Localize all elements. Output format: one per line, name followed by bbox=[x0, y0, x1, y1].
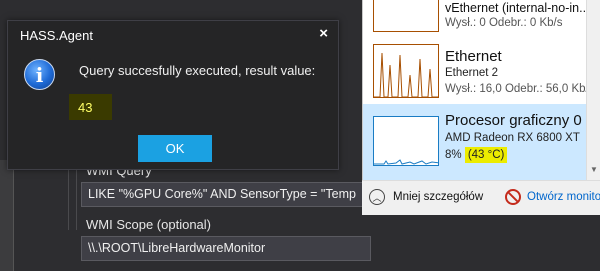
dialog-title: HASS.Agent bbox=[20, 28, 93, 43]
perf-item-gpu[interactable]: Procesor graficzny 0 AMD Radeon RX 6800 … bbox=[363, 104, 600, 180]
fewer-details-label: Mniej szczegółów bbox=[393, 191, 484, 203]
perf-item-stat: Wysł.: 16,0 Odebr.: 56,0 Kb/ bbox=[445, 83, 589, 95]
ethernet-activity-graph bbox=[374, 52, 438, 97]
gpu-usage-value: 8% bbox=[445, 149, 462, 161]
gpu-usage-line: 8% (43 °C) bbox=[445, 147, 508, 163]
side-panel bbox=[0, 160, 14, 271]
wmi-query-input[interactable]: LIKE "%GPU Core%" AND SensorType = "Temp bbox=[81, 182, 371, 207]
wmi-scope-input[interactable]: \\.\ROOT\LibreHardwareMonitor bbox=[81, 236, 371, 261]
result-dialog: HASS.Agent × i Query succesfully execute… bbox=[7, 20, 339, 170]
scroll-down-icon[interactable]: ▼ bbox=[590, 165, 598, 174]
fewer-details-button[interactable]: ︿ Mniej szczegółów bbox=[369, 189, 483, 205]
gpu-graph-thumbnail bbox=[373, 116, 439, 166]
gpu-activity-graph bbox=[374, 159, 438, 165]
network-graph-thumbnail bbox=[373, 0, 439, 32]
network-graph-thumbnail bbox=[373, 44, 439, 98]
task-manager-scrollbar[interactable]: ▼ bbox=[586, 0, 600, 180]
open-monitor-label: Otwórz monito bbox=[527, 191, 600, 203]
chevron-up-icon: ︿ bbox=[369, 189, 385, 205]
result-value: 43 bbox=[69, 94, 112, 120]
gpu-temperature-value: (43 °C) bbox=[464, 147, 508, 163]
perf-item-stat: Wysł.: 0 Odebr.: 0 Kb/s bbox=[445, 17, 563, 29]
info-icon: i bbox=[24, 59, 55, 90]
perf-item-title: Procesor graficzny 0 bbox=[445, 112, 582, 129]
perf-item-vethernet[interactable]: vEthernet (internal-no-in... Wysł.: 0 Od… bbox=[363, 0, 600, 42]
column-divider bbox=[76, 160, 77, 230]
resource-monitor-icon bbox=[505, 189, 521, 205]
perf-item-subtitle: AMD Radeon RX 6800 XT bbox=[445, 132, 580, 144]
task-manager-footer: ︿ Mniej szczegółów Otwórz monito bbox=[362, 180, 600, 215]
perf-item-title: Ethernet bbox=[445, 48, 502, 65]
wmi-scope-label: WMI Scope (optional) bbox=[86, 217, 211, 232]
column-divider bbox=[68, 160, 69, 230]
open-resource-monitor-link[interactable]: Otwórz monito bbox=[505, 189, 600, 205]
perf-item-title: vEthernet (internal-no-in... bbox=[445, 1, 590, 15]
close-icon[interactable]: × bbox=[319, 25, 328, 42]
ok-button[interactable]: OK bbox=[138, 135, 212, 162]
dialog-message: Query succesfully executed, result value… bbox=[79, 63, 316, 78]
perf-item-ethernet[interactable]: Ethernet Ethernet 2 Wysł.: 16,0 Odebr.: … bbox=[363, 42, 600, 104]
perf-item-subtitle: Ethernet 2 bbox=[445, 67, 499, 79]
